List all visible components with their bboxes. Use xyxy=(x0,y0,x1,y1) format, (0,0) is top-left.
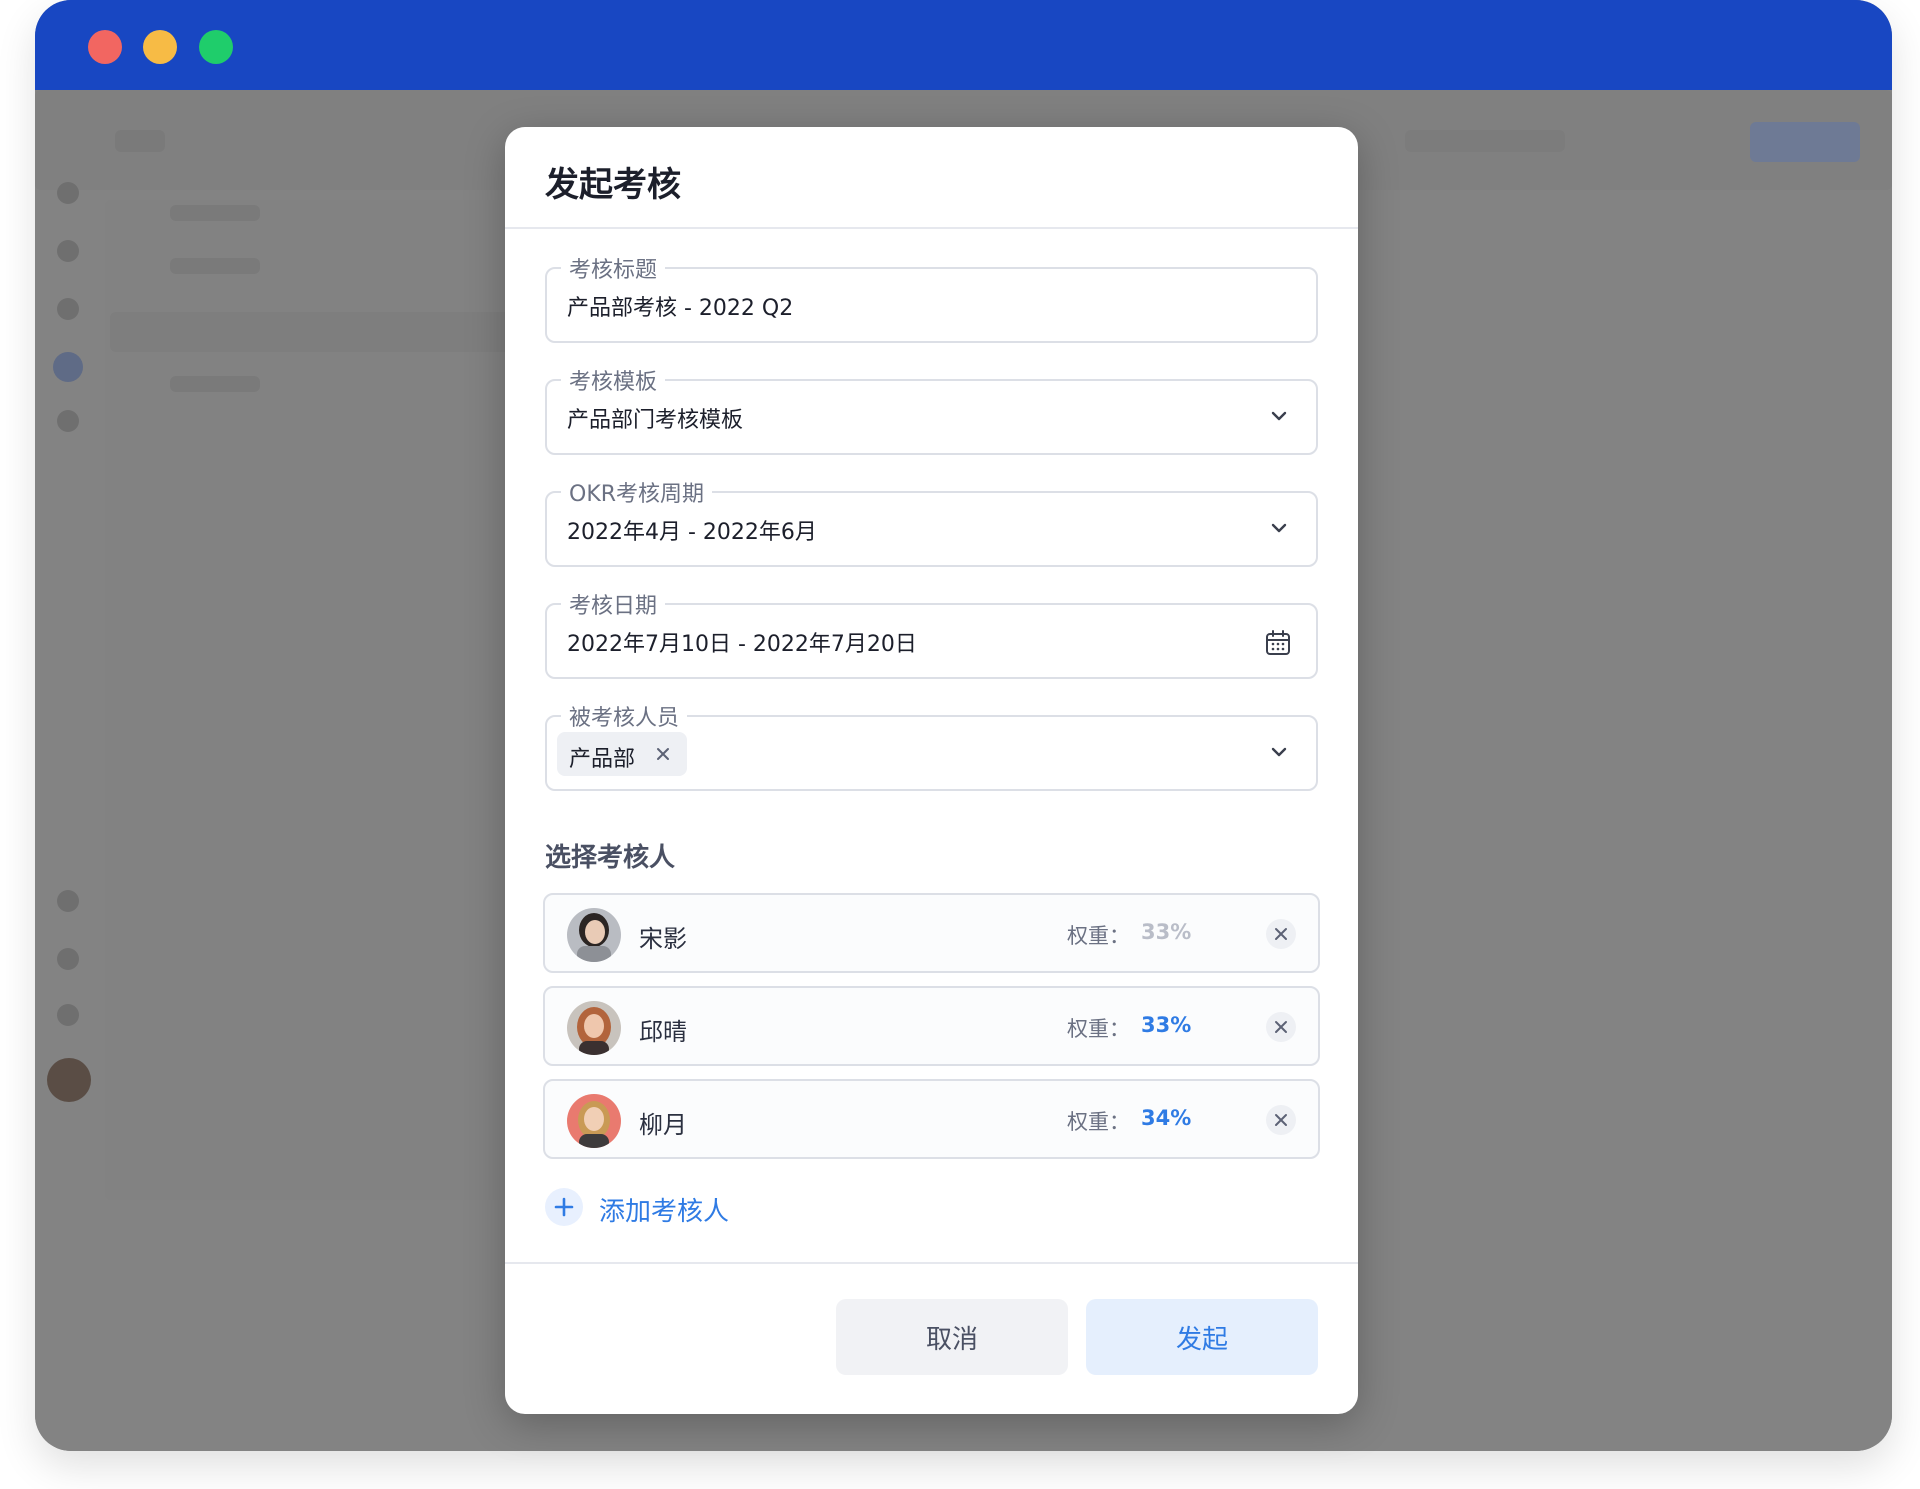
field-label: 考核日期 xyxy=(561,588,666,620)
tag-label: 产品部 xyxy=(569,747,636,772)
weight-value[interactable]: 34% xyxy=(1141,1106,1191,1130)
cancel-button[interactable]: 取消 xyxy=(836,1299,1068,1375)
add-reviewer-button[interactable]: 添加考核人 xyxy=(545,1186,805,1227)
background-list-item xyxy=(170,258,260,274)
weight-label: 权重： xyxy=(1067,924,1130,948)
add-reviewer-label: 添加考核人 xyxy=(599,1197,730,1227)
close-window-button[interactable] xyxy=(88,30,122,64)
field-label: 考核标题 xyxy=(561,252,666,284)
background-action-button xyxy=(1750,122,1860,162)
calendar-icon[interactable] xyxy=(1264,629,1292,657)
remove-reviewer-button[interactable] xyxy=(1266,1012,1296,1042)
footer-divider xyxy=(505,1262,1358,1264)
field-label: 被考核人员 xyxy=(561,700,688,732)
maximize-window-button[interactable] xyxy=(199,30,233,64)
chevron-down-icon[interactable] xyxy=(1270,519,1288,537)
okr-period-select[interactable]: OKR考核周期 2022年4月 - 2022年6月 xyxy=(545,476,1318,567)
avatar xyxy=(567,1094,621,1148)
background-title xyxy=(115,130,165,152)
reviewees-select[interactable]: 被考核人员 产品部 xyxy=(545,700,1318,791)
avatar xyxy=(567,1001,621,1055)
remove-reviewer-button[interactable] xyxy=(1266,919,1296,949)
background-nav-icon xyxy=(57,948,79,970)
background-list-item xyxy=(170,205,260,221)
reviewer-name: 柳月 xyxy=(639,1111,687,1139)
background-nav-icon xyxy=(57,182,79,204)
background-nav-icon xyxy=(57,298,79,320)
header-divider xyxy=(505,227,1358,229)
plus-icon xyxy=(545,1188,583,1226)
weight-label: 权重： xyxy=(1067,1017,1130,1041)
reviewer-row: 邱晴 权重： 33% xyxy=(543,986,1320,1066)
submit-button[interactable]: 发起 xyxy=(1086,1299,1318,1375)
review-template-select[interactable]: 考核模板 产品部门考核模板 xyxy=(545,364,1318,455)
selected-template: 产品部门考核模板 xyxy=(567,408,744,433)
background-nav-icon xyxy=(57,410,79,432)
background-nav-icon xyxy=(53,352,83,382)
background-nav-icon xyxy=(57,890,79,912)
reviewee-tag: 产品部 xyxy=(557,732,687,776)
reviewer-row: 柳月 权重： 34% xyxy=(543,1079,1320,1159)
background-nav-icon xyxy=(57,240,79,262)
dialog-title: 发起考核 xyxy=(545,165,681,205)
weight-value[interactable]: 33% xyxy=(1141,1013,1191,1037)
background-nav-icon xyxy=(57,1004,79,1026)
remove-reviewer-button[interactable] xyxy=(1266,1105,1296,1135)
review-title-input[interactable]: 产品部考核 - 2022 Q2 xyxy=(567,290,793,322)
minimize-window-button[interactable] xyxy=(143,30,177,64)
background-search xyxy=(1405,130,1565,152)
background-list-item xyxy=(170,376,260,392)
close-icon xyxy=(1275,1021,1287,1033)
reviewer-row: 宋影 权重： 33% xyxy=(543,893,1320,973)
start-review-dialog: 发起考核 考核标题 产品部考核 - 2022 Q2 考核模板 产品部门考核模板 … xyxy=(505,127,1358,1414)
field-label: 考核模板 xyxy=(561,364,666,396)
selected-okr-period: 2022年4月 - 2022年6月 xyxy=(567,520,817,545)
close-icon xyxy=(1275,1114,1287,1126)
weight-label: 权重： xyxy=(1067,1110,1130,1134)
review-date-picker[interactable]: 考核日期 2022年7月10日 - 2022年7月20日 xyxy=(545,588,1318,679)
reviewers-section-title: 选择考核人 xyxy=(545,843,676,873)
weight-value[interactable]: 33% xyxy=(1141,920,1191,944)
avatar xyxy=(567,908,621,962)
field-label: OKR考核周期 xyxy=(561,476,713,508)
window-titlebar xyxy=(35,0,1892,90)
selected-date-range: 2022年7月10日 - 2022年7月20日 xyxy=(567,632,917,657)
close-icon xyxy=(1275,928,1287,940)
chevron-down-icon[interactable] xyxy=(1270,743,1288,761)
background-user-avatar xyxy=(47,1058,91,1102)
reviewer-name: 宋影 xyxy=(639,925,687,953)
remove-tag-icon[interactable] xyxy=(655,746,671,762)
background-list-item-active xyxy=(110,312,515,352)
reviewer-name: 邱晴 xyxy=(639,1018,687,1046)
chevron-down-icon[interactable] xyxy=(1270,407,1288,425)
review-title-field[interactable]: 考核标题 产品部考核 - 2022 Q2 xyxy=(545,252,1318,343)
